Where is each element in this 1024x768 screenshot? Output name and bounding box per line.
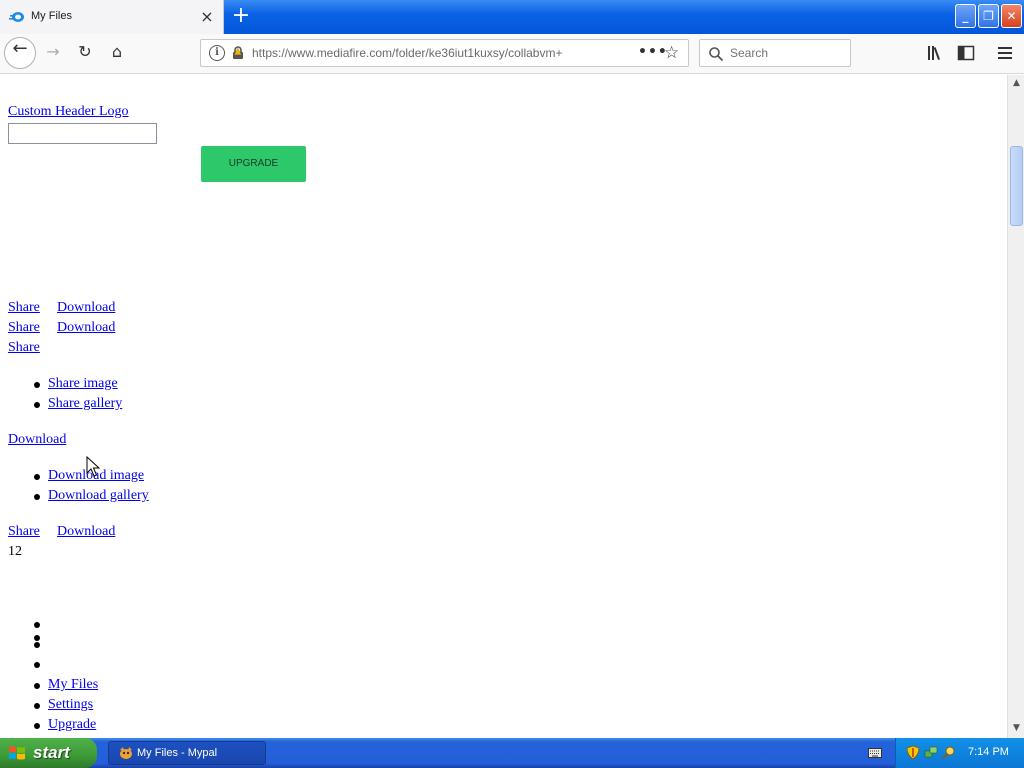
taskbar-item-label: My Files - Mypal — [137, 747, 218, 759]
bullet — [34, 662, 40, 668]
lock-warning-icon[interactable] — [231, 46, 245, 60]
network-icon[interactable] — [924, 745, 938, 760]
search-tray-icon[interactable] — [942, 745, 956, 760]
scroll-up-arrow-icon[interactable]: ▲ — [1011, 78, 1022, 89]
bullet — [34, 642, 40, 648]
share-image-link[interactable]: Share image — [48, 376, 118, 392]
custom-header-logo-link[interactable]: Custom Header Logo — [8, 104, 129, 120]
page-scrollbar[interactable]: ▲ ▼ — [1007, 75, 1024, 738]
bullet — [34, 683, 40, 689]
security-shield-icon[interactable] — [906, 745, 920, 760]
scrollbar-thumb[interactable] — [1010, 146, 1023, 226]
taskbar: start My Files - Mypal 7:14 PM — [0, 738, 1024, 768]
info-icon[interactable]: i — [209, 45, 225, 61]
upgrade-button[interactable]: UPGRADE — [201, 146, 306, 182]
maximize-button[interactable]: ❐ — [978, 4, 999, 28]
download-link[interactable]: Download — [57, 320, 115, 336]
new-tab-button[interactable]: + — [231, 5, 251, 27]
url-bar[interactable]: i https://www.mediafire.com/folder/ke36i… — [200, 39, 689, 67]
search-bar[interactable] — [699, 39, 851, 67]
nav-settings-link[interactable]: Settings — [48, 697, 93, 713]
bullet — [34, 494, 40, 500]
download-link[interactable]: Download — [57, 524, 115, 540]
item-count: 12 — [8, 544, 22, 559]
mediafire-icon — [9, 12, 24, 22]
share-menu-toggle[interactable]: Share — [8, 340, 40, 356]
bullet — [34, 723, 40, 729]
download-menu-toggle[interactable]: Download — [8, 432, 66, 448]
url-text[interactable]: https://www.mediafire.com/folder/ke36iut… — [252, 46, 602, 60]
home-button[interactable]: ⌂ — [106, 42, 128, 64]
bullet — [34, 622, 40, 628]
minimize-button[interactable]: _ — [955, 4, 976, 28]
back-button[interactable]: ← — [4, 37, 36, 69]
forward-button[interactable]: → — [42, 42, 64, 64]
nav-my-files-link[interactable]: My Files — [48, 677, 98, 693]
hamburger-menu-icon[interactable] — [996, 44, 1014, 62]
browser-titlebar: My Files × + _ ❐ ✕ — [0, 0, 1024, 34]
search-input[interactable] — [730, 44, 842, 62]
bullet — [34, 703, 40, 709]
library-icon[interactable] — [926, 44, 944, 62]
mouse-cursor-icon — [86, 456, 100, 477]
page-search-field[interactable] — [8, 123, 157, 144]
download-link[interactable]: Download — [57, 300, 115, 316]
scroll-down-arrow-icon[interactable]: ▼ — [1011, 723, 1022, 734]
page-content: Custom Header Logo UPGRADE Share Downloa… — [0, 75, 1007, 738]
start-button[interactable]: start — [0, 738, 97, 768]
navigation-toolbar: ← → ↻ ⌂ i https://www.mediafire.com/fold… — [0, 34, 1024, 74]
tab-my-files[interactable]: My Files × — [0, 0, 224, 34]
keyboard-icon[interactable] — [868, 746, 882, 759]
bullet — [34, 382, 40, 388]
start-label: start — [33, 743, 70, 762]
download-gallery-link[interactable]: Download gallery — [48, 488, 149, 504]
windows-logo-icon — [9, 746, 25, 760]
bullet — [34, 402, 40, 408]
close-window-button[interactable]: ✕ — [1001, 4, 1022, 28]
share-link[interactable]: Share — [8, 300, 40, 316]
bullet — [34, 635, 40, 641]
bookmark-star-icon[interactable]: ☆ — [664, 43, 679, 63]
close-icon[interactable]: × — [199, 9, 215, 25]
sidebar-icon[interactable] — [957, 44, 975, 62]
mypal-icon — [120, 747, 132, 759]
nav-upgrade-link[interactable]: Upgrade — [48, 717, 96, 733]
search-icon — [709, 47, 724, 62]
reload-button[interactable]: ↻ — [74, 42, 96, 64]
tab-title: My Files — [31, 10, 72, 22]
clock[interactable]: 7:14 PM — [968, 746, 1009, 758]
bullet — [34, 474, 40, 480]
share-link[interactable]: Share — [8, 320, 40, 336]
share-gallery-link[interactable]: Share gallery — [48, 396, 122, 412]
taskbar-item-mypal[interactable]: My Files - Mypal — [108, 741, 266, 765]
share-link[interactable]: Share — [8, 524, 40, 540]
